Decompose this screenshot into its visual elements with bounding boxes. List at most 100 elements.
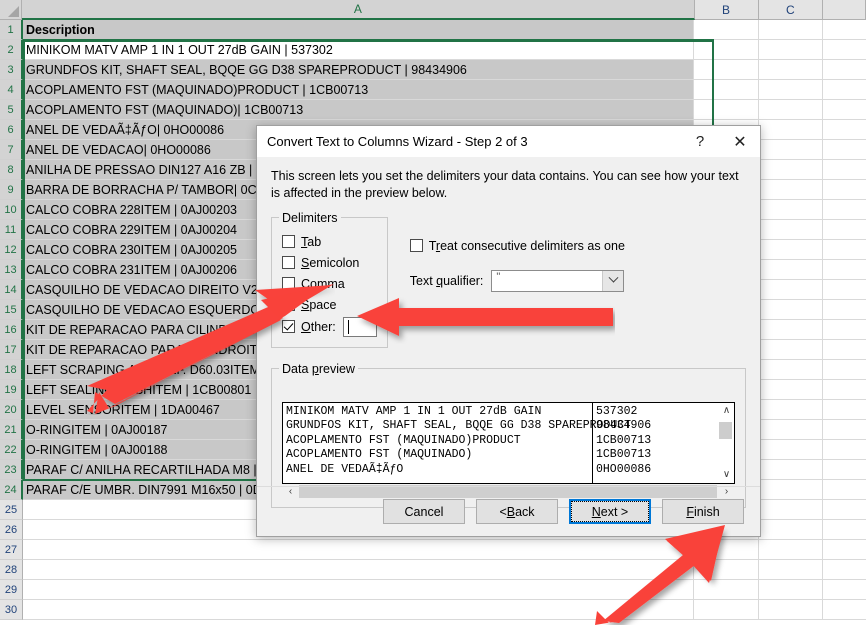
- row-header-19[interactable]: 19: [0, 380, 23, 400]
- cell-d2[interactable]: [823, 40, 866, 60]
- cell-d30[interactable]: [823, 600, 866, 620]
- row-header-6[interactable]: 6: [0, 120, 23, 140]
- cell-c30[interactable]: [758, 600, 824, 620]
- cell-b2[interactable]: [694, 40, 759, 60]
- cell-c17[interactable]: [758, 340, 824, 360]
- row-header-12[interactable]: 12: [0, 240, 23, 260]
- cell-a27[interactable]: [23, 540, 695, 560]
- cell-d24[interactable]: [823, 480, 866, 500]
- row-header-15[interactable]: 15: [0, 300, 23, 320]
- select-all-corner[interactable]: [0, 0, 23, 20]
- cell-a28[interactable]: [23, 560, 695, 580]
- preview-vertical-scrollbar[interactable]: ∧ ∨: [718, 402, 735, 483]
- row-header-4[interactable]: 4: [0, 80, 23, 100]
- cell-c4[interactable]: [758, 80, 824, 100]
- row-header-10[interactable]: 10: [0, 200, 23, 220]
- delimiter-checkbox-other[interactable]: [282, 320, 295, 334]
- cell-d14[interactable]: [823, 280, 866, 300]
- row-header-1[interactable]: 1: [0, 20, 23, 40]
- cell-d10[interactable]: [823, 200, 866, 220]
- row-header-25[interactable]: 25: [0, 500, 23, 520]
- cell-c15[interactable]: [758, 300, 824, 320]
- delimiter-row-tab[interactable]: Tab: [282, 232, 377, 252]
- column-header-b[interactable]: B: [694, 0, 759, 20]
- cell-c1[interactable]: [758, 20, 824, 40]
- row-header-17[interactable]: 17: [0, 340, 23, 360]
- cell-d23[interactable]: [823, 460, 866, 480]
- cell-d11[interactable]: [823, 220, 866, 240]
- cell-d4[interactable]: [823, 80, 866, 100]
- cell-a1[interactable]: Description: [23, 20, 695, 40]
- cell-a3[interactable]: GRUNDFOS KIT, SHAFT SEAL, BQQE GG D38 SP…: [23, 60, 695, 80]
- cell-b27[interactable]: [694, 540, 759, 560]
- delimiter-row-semicolon[interactable]: Semicolon: [282, 253, 377, 273]
- scroll-right-icon[interactable]: ›: [718, 486, 735, 497]
- cell-d20[interactable]: [823, 400, 866, 420]
- cell-a30[interactable]: [23, 600, 695, 620]
- text-qualifier-select[interactable]: ": [491, 269, 625, 292]
- cell-d18[interactable]: [823, 360, 866, 380]
- delimiter-row-space[interactable]: Space: [282, 295, 377, 315]
- cell-d6[interactable]: [823, 120, 866, 140]
- cell-c6[interactable]: [758, 120, 824, 140]
- row-header-5[interactable]: 5: [0, 100, 23, 120]
- delimiter-checkbox-tab[interactable]: [282, 235, 295, 249]
- cell-b30[interactable]: [694, 600, 759, 620]
- cell-c21[interactable]: [758, 420, 824, 440]
- cell-c23[interactable]: [758, 460, 824, 480]
- scroll-left-icon[interactable]: ‹: [282, 486, 299, 497]
- cell-a4[interactable]: ACOPLAMENTO FST (MAQUINADO)PRODUCT | 1CB…: [23, 80, 695, 100]
- delimiter-checkbox-comma[interactable]: [282, 277, 295, 291]
- cell-c22[interactable]: [758, 440, 824, 460]
- cell-b1[interactable]: [694, 20, 759, 40]
- cell-d27[interactable]: [823, 540, 866, 560]
- row-header-3[interactable]: 3: [0, 60, 23, 80]
- cell-d7[interactable]: [823, 140, 866, 160]
- row-header-9[interactable]: 9: [0, 180, 23, 200]
- cell-d1[interactable]: [823, 20, 866, 40]
- help-icon[interactable]: ?: [680, 126, 720, 157]
- row-header-27[interactable]: 27: [0, 540, 23, 560]
- close-icon[interactable]: ✕: [720, 126, 760, 157]
- cell-c2[interactable]: [758, 40, 824, 60]
- chevron-down-icon[interactable]: [602, 270, 624, 291]
- cell-d19[interactable]: [823, 380, 866, 400]
- treat-consecutive-checkbox[interactable]: [409, 239, 423, 253]
- row-header-30[interactable]: 30: [0, 600, 23, 620]
- cell-c10[interactable]: [758, 200, 824, 220]
- cell-c19[interactable]: [758, 380, 824, 400]
- other-delimiter-input[interactable]: [342, 316, 377, 337]
- cell-b28[interactable]: [694, 560, 759, 580]
- cell-c3[interactable]: [758, 60, 824, 80]
- cell-c12[interactable]: [758, 240, 824, 260]
- preview-vertical-scroll-thumb[interactable]: [719, 421, 732, 439]
- scroll-up-icon[interactable]: ∧: [719, 403, 735, 419]
- delimiter-checkbox-semicolon[interactable]: [282, 256, 295, 270]
- row-header-11[interactable]: 11: [0, 220, 23, 240]
- cell-c9[interactable]: [758, 180, 824, 200]
- row-header-26[interactable]: 26: [0, 520, 23, 540]
- cell-d5[interactable]: [823, 100, 866, 120]
- row-header-23[interactable]: 23: [0, 460, 23, 480]
- column-header-c[interactable]: C: [758, 0, 824, 20]
- cell-c28[interactable]: [758, 560, 824, 580]
- cell-b3[interactable]: [694, 60, 759, 80]
- row-header-22[interactable]: 22: [0, 440, 23, 460]
- cell-d8[interactable]: [823, 160, 866, 180]
- cell-d15[interactable]: [823, 300, 866, 320]
- next-button[interactable]: Next >: [569, 499, 651, 524]
- cancel-button[interactable]: Cancel: [383, 499, 465, 524]
- cell-d28[interactable]: [823, 560, 866, 580]
- delimiter-row-other[interactable]: Other:: [282, 316, 377, 338]
- cell-c5[interactable]: [758, 100, 824, 120]
- row-header-18[interactable]: 18: [0, 360, 23, 380]
- cell-d17[interactable]: [823, 340, 866, 360]
- data-preview-box[interactable]: MINIKOM MATV AMP 1 IN 1 OUT 27dB GAIN GR…: [282, 401, 735, 484]
- cell-c8[interactable]: [758, 160, 824, 180]
- cell-d25[interactable]: [823, 500, 866, 520]
- cell-c24[interactable]: [758, 480, 824, 500]
- column-header-d[interactable]: [823, 0, 866, 20]
- cell-c16[interactable]: [758, 320, 824, 340]
- cell-a5[interactable]: ACOPLAMENTO FST (MAQUINADO)| 1CB00713: [23, 100, 695, 120]
- row-header-2[interactable]: 2: [0, 40, 23, 60]
